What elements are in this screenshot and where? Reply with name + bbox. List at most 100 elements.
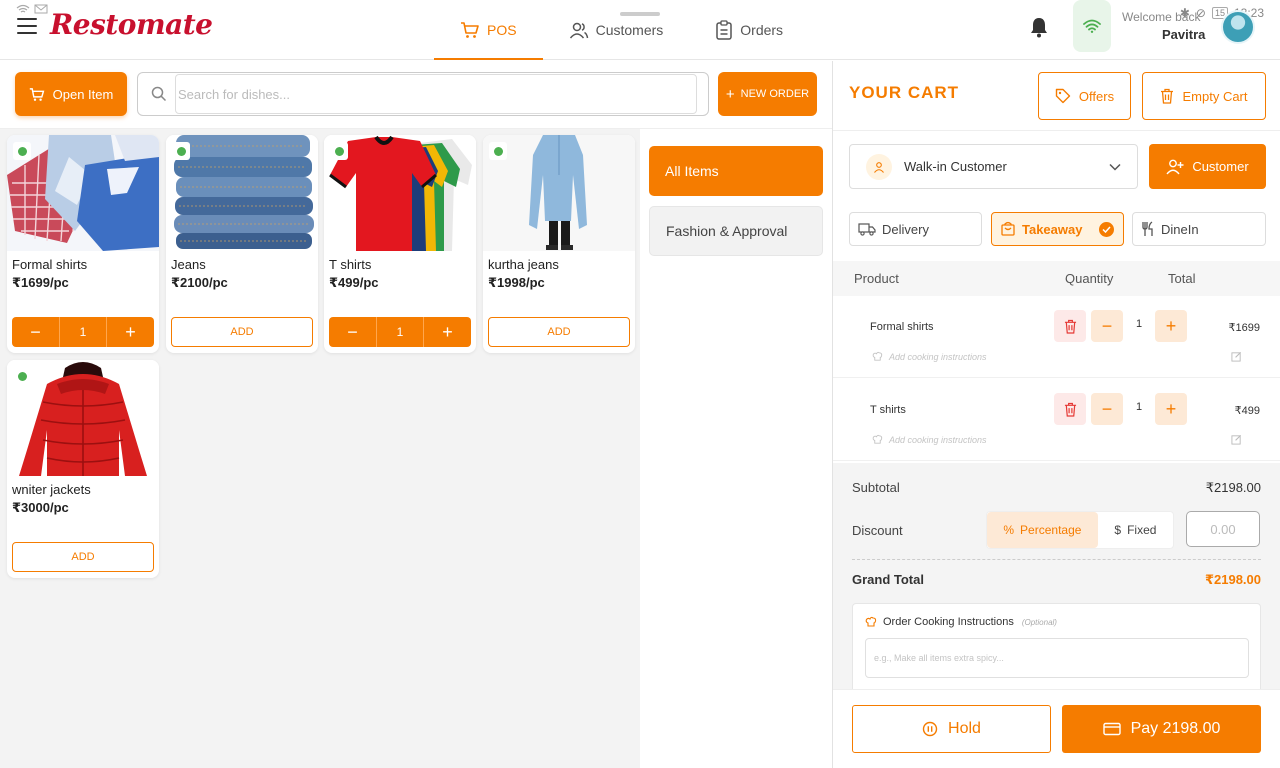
add-cooking-instructions-link[interactable]: Add cooking instructions <box>872 434 987 445</box>
cart-icon <box>29 87 44 101</box>
hamburger-menu-icon[interactable] <box>17 18 37 34</box>
discount-input[interactable] <box>1186 511 1260 547</box>
product-image <box>7 360 159 476</box>
order-instructions-input[interactable] <box>865 638 1249 678</box>
product-name: kurtha jeans <box>488 257 559 272</box>
nav-pos[interactable]: POS <box>434 0 543 60</box>
product-card-formal-shirts[interactable]: Formal shirts ₹1699/pc − 1 + <box>7 135 159 353</box>
cart-item-row: Formal shirts − 1 + ₹1699 Add cooking in… <box>833 296 1280 378</box>
customer-dropdown[interactable]: Walk-in Customer <box>849 144 1138 189</box>
product-card-kurtha-jeans[interactable]: kurtha jeans ₹1998/pc ADD <box>483 135 635 353</box>
product-name: Jeans <box>171 257 206 272</box>
quantity-value: 1 <box>59 317 107 347</box>
product-image <box>7 135 159 251</box>
cooking-instructions-placeholder: Add cooking instructions <box>889 351 987 362</box>
add-button[interactable]: ADD <box>171 317 313 347</box>
nav-orders[interactable]: Orders <box>689 0 809 60</box>
user-avatar[interactable] <box>1221 10 1255 44</box>
order-type-takeaway-label: Takeaway <box>1022 221 1083 237</box>
discount-type-toggle: % Percentage $ Fixed <box>986 511 1174 549</box>
remove-item-button[interactable] <box>1054 393 1086 425</box>
nav-orders-label: Orders <box>740 22 784 38</box>
increase-button[interactable]: + <box>1155 310 1187 342</box>
product-name: Formal shirts <box>12 257 88 272</box>
search-input[interactable] <box>175 74 697 114</box>
decrease-button[interactable]: − <box>12 317 59 347</box>
product-card-t-shirts[interactable]: T shirts ₹499/pc − 1 + <box>324 135 476 353</box>
divider <box>833 130 1280 131</box>
welcome-text: Welcome back <box>1122 10 1201 24</box>
notification-bell-icon[interactable] <box>1028 16 1050 38</box>
pay-label: Pay 2198.00 <box>1130 720 1221 737</box>
product-price: ₹1998/pc <box>488 275 545 290</box>
remove-item-button[interactable] <box>1054 310 1086 342</box>
cart-summary: Subtotal ₹2198.00 Discount % Percentage … <box>833 463 1280 691</box>
optional-label: (Optional) <box>1021 617 1057 627</box>
hold-button[interactable]: Hold <box>852 705 1051 753</box>
new-order-button[interactable]: + NEW ORDER <box>718 72 817 116</box>
product-name: T shirts <box>329 257 372 272</box>
empty-cart-button[interactable]: Empty Cart <box>1142 72 1266 120</box>
mail-status-icon <box>34 4 48 14</box>
nav-pos-label: POS <box>487 22 517 38</box>
chef-hat-icon <box>872 351 883 361</box>
product-price: ₹499/pc <box>329 275 379 290</box>
add-button[interactable]: ADD <box>488 317 630 347</box>
trash-icon <box>1064 402 1076 417</box>
customer-dropdown-value: Walk-in Customer <box>904 159 1007 174</box>
increase-button[interactable]: + <box>424 317 471 347</box>
decrease-button[interactable]: − <box>329 317 376 347</box>
edit-icon[interactable] <box>1231 434 1242 445</box>
product-price: ₹1699/pc <box>12 275 69 290</box>
quantity-value: 1 <box>376 317 424 347</box>
add-customer-label: Customer <box>1192 159 1249 174</box>
product-image <box>324 135 476 251</box>
cart-icon <box>461 22 479 38</box>
cart-item-row: T shirts − 1 + ₹499 Add cooking instruct… <box>833 379 1280 461</box>
wifi-status-icon <box>16 4 30 13</box>
grand-total-label: Grand Total <box>852 572 924 587</box>
veg-indicator-icon <box>13 142 31 160</box>
decrease-button[interactable]: − <box>1091 393 1123 425</box>
edit-icon[interactable] <box>1231 351 1242 362</box>
order-type-takeaway[interactable]: Takeaway <box>991 212 1124 246</box>
decrease-button[interactable]: − <box>1091 310 1123 342</box>
discount-fixed-option[interactable]: $ Fixed <box>1098 512 1173 548</box>
product-image <box>483 135 635 251</box>
cart-item-total: ₹1699 <box>1228 322 1260 334</box>
hold-label: Hold <box>948 720 981 737</box>
order-type-dinein-label: DineIn <box>1161 221 1199 237</box>
category-fashion-approval[interactable]: Fashion & Approval <box>649 206 823 256</box>
add-button[interactable]: ADD <box>12 542 154 572</box>
discount-percentage-option[interactable]: % Percentage <box>987 512 1098 548</box>
order-instructions-box: Order Cooking Instructions (Optional) <box>852 603 1261 691</box>
offers-button[interactable]: Offers <box>1038 72 1131 120</box>
divider <box>852 559 1261 560</box>
add-customer-button[interactable]: Customer <box>1149 144 1266 189</box>
open-item-button[interactable]: Open Item <box>15 72 127 116</box>
quantity-stepper: − 1 + <box>329 317 471 347</box>
order-type-delivery[interactable]: Delivery <box>849 212 982 246</box>
order-type-dinein[interactable]: DineIn <box>1132 212 1266 246</box>
add-cooking-instructions-link[interactable]: Add cooking instructions <box>872 351 987 362</box>
product-price: ₹2100/pc <box>171 275 228 290</box>
trash-icon <box>1161 88 1174 104</box>
empty-cart-label: Empty Cart <box>1182 88 1248 104</box>
chef-hat-icon <box>865 616 877 627</box>
clipboard-icon <box>716 20 733 40</box>
cart-item-total: ₹499 <box>1234 405 1260 417</box>
nav-customers[interactable]: Customers <box>543 0 690 60</box>
category-all-items[interactable]: All Items <box>649 146 823 196</box>
nav-customers-label: Customers <box>595 22 664 38</box>
column-product: Product <box>854 271 899 286</box>
pause-icon <box>922 721 938 737</box>
product-card-winter-jackets[interactable]: wniter jackets ₹3000/pc ADD <box>7 360 159 578</box>
subtotal-label: Subtotal <box>852 480 900 495</box>
pay-button[interactable]: Pay 2198.00 <box>1062 705 1261 753</box>
product-price: ₹3000/pc <box>12 500 69 515</box>
cart-panel: YOUR CART Offers Empty Cart Walk-in Cust… <box>832 61 1280 768</box>
increase-button[interactable]: + <box>107 317 154 347</box>
connection-status-button[interactable] <box>1073 0 1111 52</box>
product-card-jeans[interactable]: Jeans ₹2100/pc ADD <box>166 135 318 353</box>
increase-button[interactable]: + <box>1155 393 1187 425</box>
